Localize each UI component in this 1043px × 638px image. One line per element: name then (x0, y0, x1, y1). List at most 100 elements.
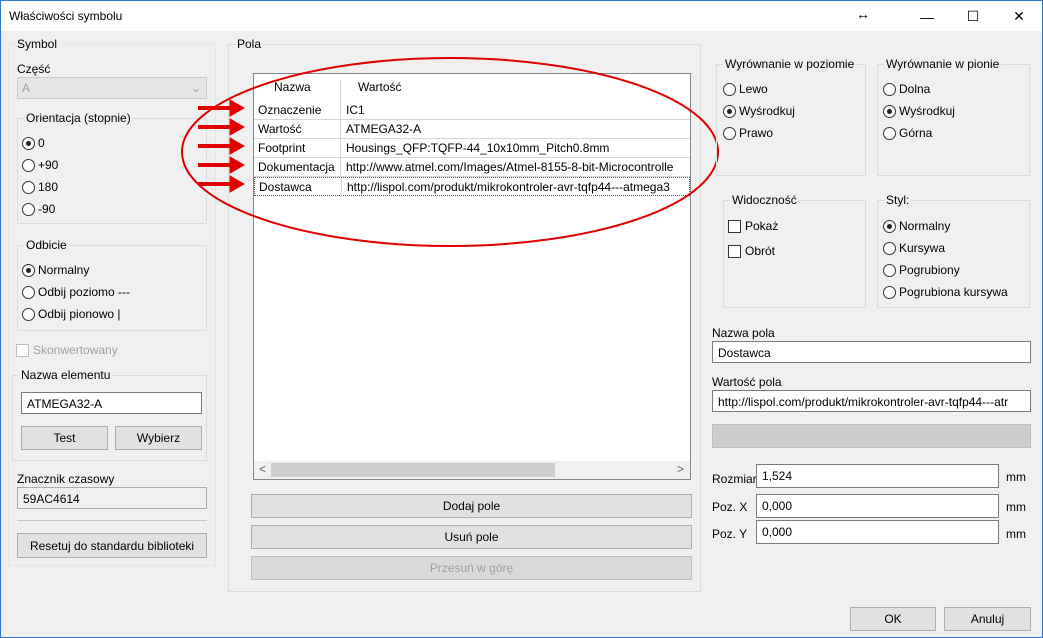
radio-icon (723, 82, 736, 96)
converted-checkbox[interactable]: Skonwertowany (16, 343, 118, 357)
scroll-right-icon[interactable]: > (677, 462, 684, 476)
rotate-label: Obrót (745, 244, 776, 258)
align-right-label: Prawo (739, 126, 774, 140)
orientation-180-radio[interactable]: 180 (22, 180, 58, 194)
mirror-normal-radio[interactable]: Normalny (22, 263, 89, 277)
rotate-checkbox[interactable]: Obrót (728, 244, 775, 258)
align-left-radio[interactable]: Lewo (723, 82, 768, 96)
add-field-button[interactable]: Dodaj pole (251, 494, 692, 518)
part-label: Część (17, 62, 51, 76)
radio-icon (883, 241, 896, 255)
mirror-title: Odbicie (24, 238, 69, 252)
orientation-90-radio[interactable]: +90 (22, 158, 58, 172)
horizontal-scrollbar[interactable]: < > (254, 461, 690, 479)
pos-x-unit: mm (1006, 500, 1026, 514)
scrollbar-thumb[interactable] (271, 463, 555, 477)
empty-action-button[interactable] (712, 424, 1031, 448)
title-bar: Właściwości symbolu ↔ — ☐ ✕ (1, 1, 1042, 31)
choose-button[interactable]: Wybierz (115, 426, 202, 450)
checkbox-icon (728, 244, 741, 258)
style-bold-label: Pogrubiony (899, 263, 960, 277)
test-button[interactable]: Test (21, 426, 108, 450)
style-italic-label: Kursywa (899, 241, 946, 255)
mirror-vertical-label: Odbij pionowo | (38, 307, 121, 321)
vertical-align-title: Wyrównanie w pionie (884, 57, 1002, 71)
align-vcenter-label: Wyśrodkuj (899, 104, 955, 118)
radio-selected-icon (883, 104, 896, 118)
visibility-title: Widoczność (730, 193, 799, 207)
orientation-0-label: 0 (38, 136, 45, 150)
orientation-title: Orientacja (stopnie) (24, 111, 133, 125)
align-top-label: Górna (899, 126, 933, 140)
scroll-left-icon[interactable]: < (259, 462, 266, 476)
align-vcenter-radio[interactable]: Wyśrodkuj (883, 104, 955, 118)
radio-icon (22, 307, 35, 321)
timestamp-label: Znacznik czasowy (17, 472, 115, 486)
annotation-overlay (181, 57, 719, 247)
style-bold-radio[interactable]: Pogrubiony (883, 263, 960, 277)
maximize-button[interactable]: ☐ (950, 2, 996, 31)
divider (17, 520, 207, 521)
pos-x-input[interactable]: 0,000 (756, 494, 999, 518)
orientation-minus90-label: -90 (38, 202, 56, 216)
minimize-button[interactable]: — (904, 2, 950, 31)
remove-field-button[interactable]: Usuń pole (251, 525, 692, 549)
cancel-button[interactable]: Anuluj (944, 607, 1031, 631)
style-italic-radio[interactable]: Kursywa (883, 241, 945, 255)
ok-button[interactable]: OK (850, 607, 936, 631)
converted-label: Skonwertowany (33, 343, 118, 357)
radio-selected-icon (723, 104, 736, 118)
show-label: Pokaż (745, 219, 779, 233)
checkbox-icon (16, 343, 29, 357)
pos-y-input[interactable]: 0,000 (756, 520, 999, 544)
mirror-vertical-radio[interactable]: Odbij pionowo | (22, 307, 121, 321)
field-value-label: Wartość pola (712, 375, 782, 389)
annotation-ellipse (181, 57, 719, 247)
style-normal-label: Normalny (899, 219, 951, 233)
close-button[interactable]: ✕ (996, 2, 1042, 31)
align-top-radio[interactable]: Górna (883, 126, 932, 140)
window-title: Właściwości symbolu (9, 9, 123, 23)
style-normal-radio[interactable]: Normalny (883, 219, 950, 233)
align-left-label: Lewo (739, 82, 768, 96)
radio-icon (22, 285, 35, 299)
show-checkbox[interactable]: Pokaż (728, 219, 778, 233)
field-value-input[interactable]: http://lispol.com/produkt/mikrokontroler… (712, 390, 1031, 412)
radio-icon (723, 126, 736, 140)
orientation-180-label: 180 (38, 180, 59, 194)
style-bold-italic-label: Pogrubiona kursywa (899, 285, 1008, 299)
align-bottom-radio[interactable]: Dolna (883, 82, 930, 96)
orientation-0-radio[interactable]: 0 (22, 136, 45, 150)
orientation-minus90-radio[interactable]: -90 (22, 202, 55, 216)
size-input[interactable]: 1,524 (756, 464, 999, 488)
timestamp-field: 59AC4614 (17, 487, 207, 509)
radio-icon (22, 202, 35, 216)
radio-selected-icon (22, 136, 35, 150)
radio-icon (22, 180, 35, 194)
style-bold-italic-radio[interactable]: Pogrubiona kursywa (883, 285, 1008, 299)
radio-icon (883, 126, 896, 140)
mirror-horizontal-radio[interactable]: Odbij poziomo --- (22, 285, 130, 299)
checkbox-icon (728, 219, 741, 233)
element-name-title: Nazwa elementu (19, 368, 113, 382)
arrow-head-icon (229, 137, 246, 155)
style-title: Styl: (884, 193, 912, 207)
radio-icon (883, 82, 896, 96)
reset-library-button[interactable]: Resetuj do standardu biblioteki (17, 533, 207, 558)
move-up-button[interactable]: Przesuń w górę (251, 556, 692, 580)
resize-cursor-icon: ↔ (856, 6, 870, 22)
horizontal-align-title: Wyrównanie w poziomie (723, 57, 857, 71)
part-value: A (22, 81, 31, 95)
element-name-input[interactable]: ATMEGA32-A (21, 392, 202, 414)
align-right-radio[interactable]: Prawo (723, 126, 773, 140)
mirror-normal-label: Normalny (38, 263, 90, 277)
align-center-radio[interactable]: Wyśrodkuj (723, 104, 795, 118)
pos-x-label: Poz. X (712, 500, 748, 514)
horizontal-align-group: Wyrównanie w poziomie (716, 57, 866, 176)
symbol-group-title: Symbol (15, 37, 60, 51)
orientation-90-label: +90 (38, 158, 59, 172)
arrow-head-icon (229, 118, 246, 136)
field-name-input[interactable]: Dostawca (712, 341, 1031, 363)
size-unit: mm (1006, 470, 1026, 484)
mirror-horizontal-label: Odbij poziomo --- (38, 285, 131, 299)
